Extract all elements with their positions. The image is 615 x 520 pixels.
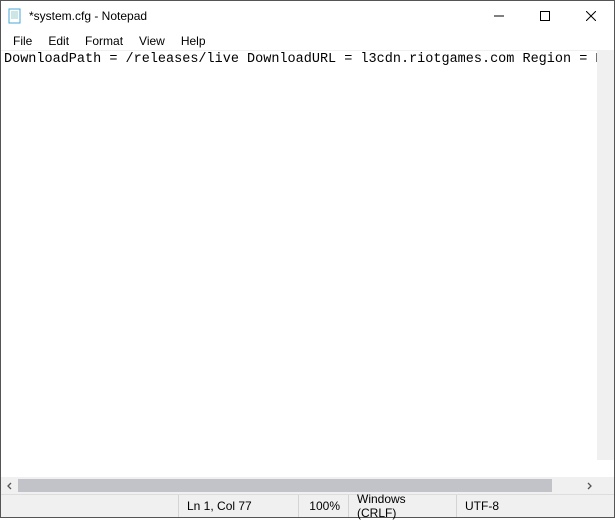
status-cursor-position: Ln 1, Col 77 [179, 495, 299, 517]
window-controls [476, 1, 614, 31]
notepad-icon [7, 8, 23, 24]
status-line-ending: Windows (CRLF) [349, 495, 457, 517]
menu-help[interactable]: Help [173, 33, 214, 49]
maximize-button[interactable] [522, 1, 568, 31]
status-spacer [1, 495, 179, 517]
menu-edit[interactable]: Edit [40, 33, 77, 49]
titlebar: *system.cfg - Notepad [1, 1, 614, 31]
statusbar: Ln 1, Col 77 100% Windows (CRLF) UTF-8 [1, 494, 614, 517]
status-encoding: UTF-8 [457, 495, 614, 517]
scroll-left-icon[interactable] [1, 477, 18, 494]
scrollbar-thumb[interactable] [18, 479, 552, 492]
status-zoom: 100% [299, 495, 349, 517]
horizontal-scrollbar[interactable] [1, 477, 614, 494]
scrollbar-corner [597, 477, 614, 494]
minimize-button[interactable] [476, 1, 522, 31]
menu-format[interactable]: Format [77, 33, 131, 49]
text-editor[interactable]: DownloadPath = /releases/live DownloadUR… [1, 51, 614, 477]
menubar: File Edit Format View Help [1, 31, 614, 51]
close-button[interactable] [568, 1, 614, 31]
editor-area: DownloadPath = /releases/live DownloadUR… [1, 51, 614, 494]
menu-view[interactable]: View [131, 33, 173, 49]
editor-content: DownloadPath = /releases/live DownloadUR… [1, 51, 614, 69]
scroll-right-icon[interactable] [580, 477, 597, 494]
menu-file[interactable]: File [5, 33, 40, 49]
window-title: *system.cfg - Notepad [29, 9, 476, 23]
scrollbar-track[interactable] [18, 477, 580, 494]
vertical-scrollbar[interactable] [597, 51, 614, 460]
